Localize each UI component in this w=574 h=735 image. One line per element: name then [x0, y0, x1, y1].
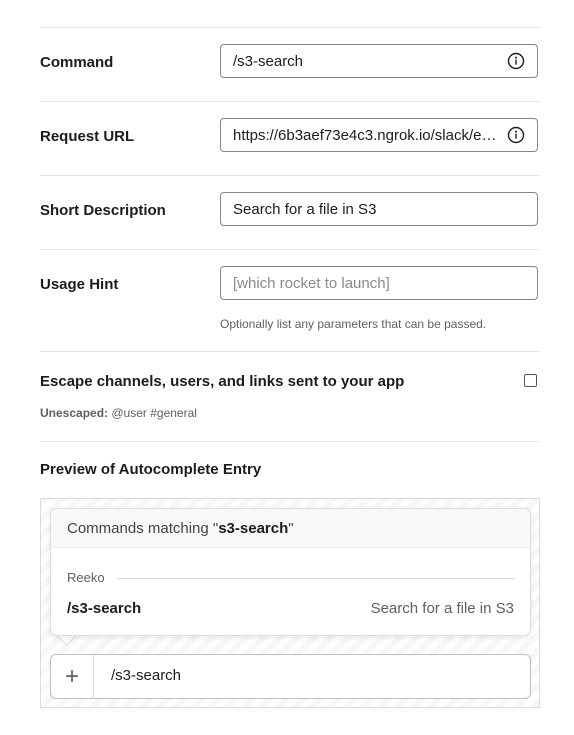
unescaped-example: Unescaped: @user #general: [40, 406, 197, 420]
divider: [40, 249, 540, 250]
unescaped-label: Unescaped:: [40, 406, 109, 420]
usage-hint-field[interactable]: [220, 266, 538, 300]
short-description-input[interactable]: [221, 193, 537, 225]
request-url-label: Request URL: [40, 128, 135, 145]
divider: [40, 441, 540, 442]
autocomplete-preview: Commands matching "s3-search" Reeko /s3-…: [40, 498, 540, 708]
divider: [40, 27, 540, 28]
divider: [40, 351, 540, 352]
usage-hint-help: Optionally list any parameters that can …: [220, 317, 487, 331]
escape-label: Escape channels, users, and links sent t…: [40, 373, 405, 390]
divider: [40, 175, 540, 176]
autocomplete-popup: Commands matching "s3-search" Reeko /s3-…: [50, 508, 531, 636]
request-url-input[interactable]: [221, 119, 500, 151]
unescaped-value: @user #general: [111, 406, 197, 420]
divider: [40, 101, 540, 102]
escape-checkbox[interactable]: [524, 374, 537, 387]
usage-hint-input[interactable]: [221, 267, 537, 299]
plus-icon[interactable]: +: [51, 655, 94, 698]
app-divider: [117, 578, 515, 579]
popup-header: Commands matching "s3-search": [51, 509, 530, 548]
command-suggestion-name[interactable]: /s3-search: [67, 600, 141, 617]
info-icon[interactable]: [506, 51, 526, 71]
short-description-field[interactable]: [220, 192, 538, 226]
preview-title: Preview of Autocomplete Entry: [40, 461, 262, 478]
app-name: Reeko: [67, 570, 105, 585]
query-text: s3-search: [218, 520, 289, 537]
command-suggestion-description: Search for a file in S3: [370, 600, 514, 617]
command-field[interactable]: [220, 44, 538, 78]
command-input[interactable]: [221, 45, 500, 77]
info-icon[interactable]: [506, 125, 526, 145]
command-label: Command: [40, 54, 114, 71]
usage-hint-label: Usage Hint: [40, 276, 119, 293]
request-url-field[interactable]: [220, 118, 538, 152]
popup-header-text: Commands matching "s3-search": [67, 520, 294, 537]
short-description-label: Short Description: [40, 202, 166, 219]
message-composer[interactable]: + /s3-search: [50, 654, 531, 699]
composer-text[interactable]: /s3-search: [111, 667, 181, 684]
